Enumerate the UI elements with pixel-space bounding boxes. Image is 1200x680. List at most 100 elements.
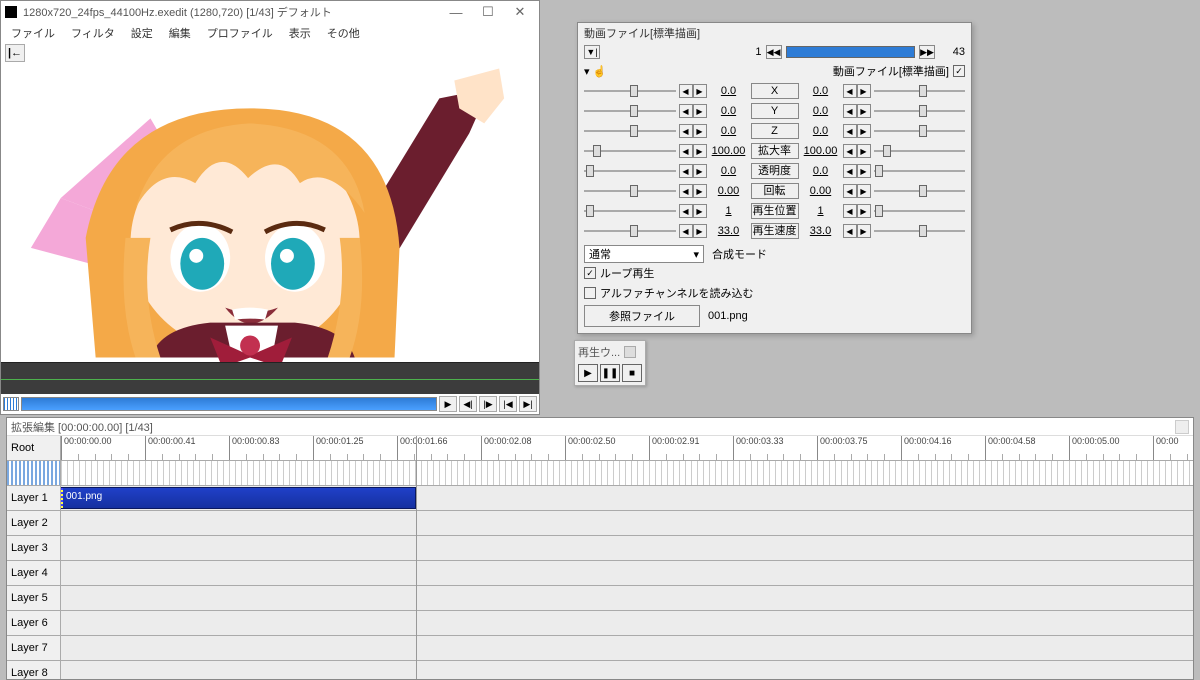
- value-left[interactable]: 1: [710, 205, 748, 217]
- value-right[interactable]: 0.0: [802, 105, 840, 117]
- prop-label-button[interactable]: 拡大率: [751, 143, 799, 159]
- layer-row[interactable]: [61, 586, 1193, 611]
- dec-right-button[interactable]: ◀: [843, 124, 857, 138]
- value-right[interactable]: 33.0: [802, 225, 840, 237]
- prop-label-button[interactable]: 透明度: [751, 163, 799, 179]
- slider-left[interactable]: [584, 164, 676, 178]
- inc-right-button[interactable]: ▶: [857, 164, 871, 178]
- value-left[interactable]: 0.0: [710, 125, 748, 137]
- alpha-checkbox[interactable]: [584, 287, 596, 299]
- layer-row[interactable]: [61, 611, 1193, 636]
- dec-left-button[interactable]: ◀: [679, 104, 693, 118]
- play-button[interactable]: ▶: [439, 396, 457, 412]
- go-start-button[interactable]: |←: [5, 44, 25, 62]
- value-right[interactable]: 100.00: [802, 145, 840, 157]
- preview-canvas[interactable]: [1, 64, 539, 362]
- menu-profile[interactable]: プロファイル: [199, 23, 281, 43]
- menu-settings[interactable]: 設定: [123, 23, 161, 43]
- slider-left[interactable]: [584, 224, 676, 238]
- inc-left-button[interactable]: ▶: [693, 204, 707, 218]
- value-left[interactable]: 100.00: [710, 145, 748, 157]
- prop-next-button[interactable]: ▶▶: [919, 45, 935, 59]
- dec-left-button[interactable]: ◀: [679, 84, 693, 98]
- inc-left-button[interactable]: ▶: [693, 184, 707, 198]
- menu-edit[interactable]: 編集: [161, 23, 199, 43]
- inc-left-button[interactable]: ▶: [693, 144, 707, 158]
- dec-right-button[interactable]: ◀: [843, 224, 857, 238]
- layer-row[interactable]: [61, 511, 1193, 536]
- prop-label-button[interactable]: 回転: [751, 183, 799, 199]
- dec-left-button[interactable]: ◀: [679, 164, 693, 178]
- timeline-clip[interactable]: 001.png: [61, 487, 416, 509]
- slider-right[interactable]: [874, 184, 966, 198]
- reference-file-button[interactable]: 参照ファイル: [584, 305, 700, 327]
- inc-right-button[interactable]: ▶: [857, 144, 871, 158]
- inc-left-button[interactable]: ▶: [693, 104, 707, 118]
- slider-left[interactable]: [584, 124, 676, 138]
- dec-right-button[interactable]: ◀: [843, 104, 857, 118]
- slider-left[interactable]: [584, 104, 676, 118]
- timeline-scale-cell[interactable]: [7, 461, 60, 486]
- dec-right-button[interactable]: ◀: [843, 84, 857, 98]
- layer-row[interactable]: [61, 636, 1193, 661]
- inc-right-button[interactable]: ▶: [857, 84, 871, 98]
- prop-collapse-button[interactable]: ▼|: [584, 45, 600, 59]
- timeline-playhead[interactable]: [416, 436, 417, 679]
- layer-header[interactable]: Layer 6: [7, 611, 60, 636]
- value-left[interactable]: 0.0: [710, 85, 748, 97]
- slider-left[interactable]: [584, 204, 676, 218]
- timeline-ruler[interactable]: 00:00:00.0000:00:00.4100:00:00.8300:00:0…: [61, 436, 1193, 461]
- dec-left-button[interactable]: ◀: [679, 184, 693, 198]
- close-button[interactable]: ✕: [505, 3, 535, 21]
- prop-prev-button[interactable]: ◀◀: [766, 45, 782, 59]
- prop-framebar[interactable]: [786, 46, 916, 58]
- value-left[interactable]: 0.0: [710, 165, 748, 177]
- layer-header[interactable]: Layer 7: [7, 636, 60, 661]
- dec-right-button[interactable]: ◀: [843, 144, 857, 158]
- prop-enable-checkbox[interactable]: ✓: [953, 65, 965, 77]
- slider-left[interactable]: [584, 184, 676, 198]
- value-right[interactable]: 0.0: [802, 165, 840, 177]
- slider-left[interactable]: [584, 144, 676, 158]
- prop-label-button[interactable]: Z: [751, 123, 799, 139]
- blend-mode-select[interactable]: 通常▾: [584, 245, 704, 263]
- maximize-button[interactable]: ☐: [473, 3, 503, 21]
- dec-right-button[interactable]: ◀: [843, 184, 857, 198]
- inc-left-button[interactable]: ▶: [693, 164, 707, 178]
- prop-label-button[interactable]: X: [751, 83, 799, 99]
- layer-row[interactable]: [61, 561, 1193, 586]
- inc-right-button[interactable]: ▶: [857, 104, 871, 118]
- dec-right-button[interactable]: ◀: [843, 204, 857, 218]
- value-left[interactable]: 0.00: [710, 185, 748, 197]
- go-end-button[interactable]: ▶|: [519, 396, 537, 412]
- value-right[interactable]: 0.0: [802, 125, 840, 137]
- layer-header[interactable]: Layer 5: [7, 586, 60, 611]
- value-left[interactable]: 33.0: [710, 225, 748, 237]
- timeline-tracks[interactable]: 00:00:00.0000:00:00.4100:00:00.8300:00:0…: [61, 436, 1193, 679]
- dec-left-button[interactable]: ◀: [679, 204, 693, 218]
- audio-waveform[interactable]: [1, 362, 539, 394]
- menu-view[interactable]: 表示: [281, 23, 319, 43]
- playmini-stop-button[interactable]: ■: [622, 364, 642, 382]
- layer-row[interactable]: [61, 661, 1193, 679]
- inc-right-button[interactable]: ▶: [857, 224, 871, 238]
- prop-label-button[interactable]: 再生位置: [751, 203, 799, 219]
- dec-left-button[interactable]: ◀: [679, 224, 693, 238]
- layer-header[interactable]: Layer 4: [7, 561, 60, 586]
- inc-left-button[interactable]: ▶: [693, 124, 707, 138]
- minimize-button[interactable]: —: [441, 3, 471, 21]
- playmini-play-button[interactable]: ▶: [578, 364, 598, 382]
- timeline-root-cell[interactable]: Root: [7, 436, 60, 461]
- inc-right-button[interactable]: ▶: [857, 184, 871, 198]
- slider-right[interactable]: [874, 104, 966, 118]
- playback-mini-window[interactable]: 再生ウ... ▶ ❚❚ ■: [574, 340, 646, 386]
- dec-left-button[interactable]: ◀: [679, 144, 693, 158]
- inc-right-button[interactable]: ▶: [857, 204, 871, 218]
- seekbar[interactable]: [21, 397, 437, 411]
- slider-right[interactable]: [874, 144, 966, 158]
- slider-right[interactable]: [874, 224, 966, 238]
- layer-header[interactable]: Layer 2: [7, 511, 60, 536]
- dec-right-button[interactable]: ◀: [843, 164, 857, 178]
- timeline-menu-icon[interactable]: [1175, 420, 1189, 434]
- dec-left-button[interactable]: ◀: [679, 124, 693, 138]
